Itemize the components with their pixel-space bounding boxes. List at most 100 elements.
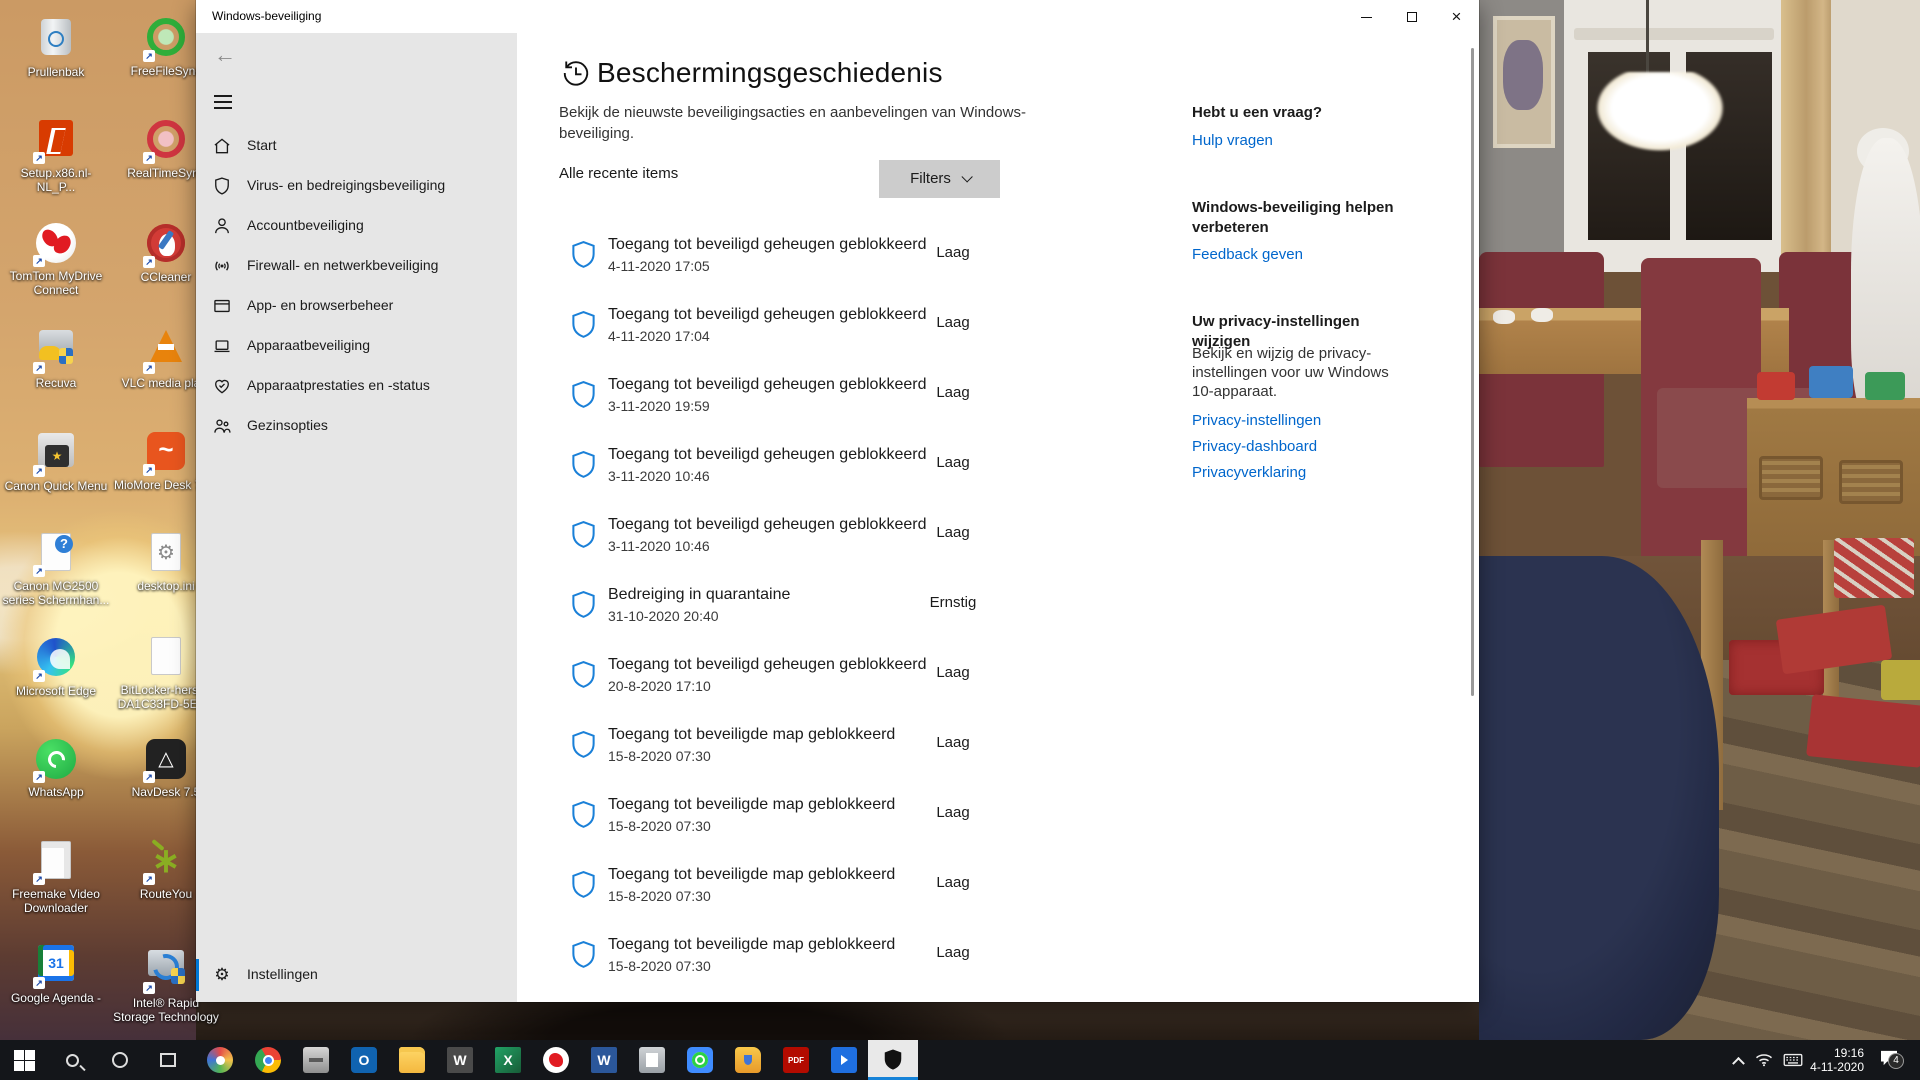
sidebar-item-family-options[interactable]: Gezinsopties (196, 406, 517, 446)
history-item[interactable]: Toegang tot beveiligd geheugen geblokkee… (558, 652, 1258, 716)
shortcut-arrow-icon: ↗ (143, 464, 155, 476)
taskbar: O W X W PDF 19:16 4-11-2020 4 (0, 1040, 1920, 1080)
history-item[interactable]: Toegang tot beveiligde map geblokkeerd 1… (558, 722, 1258, 786)
close-button[interactable]: × (1434, 0, 1479, 33)
sidebar-item-start[interactable]: Start (196, 126, 517, 166)
cortana-button[interactable] (96, 1040, 144, 1080)
sidebar-item-settings[interactable]: ⚙ Instellingen (196, 955, 517, 995)
clock-date: 4-11-2020 (1806, 1060, 1864, 1074)
tray-wifi[interactable] (1750, 1040, 1778, 1080)
taskbar-app-excel[interactable]: X (484, 1040, 532, 1080)
whatsapp-icon: ↗ (35, 739, 77, 781)
desktop-icon-google-agenda[interactable]: 31 ↗ Google Agenda - (2, 942, 110, 1005)
privacy-dashboard-link[interactable]: Privacy-dashboard (1192, 438, 1317, 455)
freefilesync-icon: ↗ (145, 18, 187, 60)
filters-button[interactable]: Filters (879, 160, 1000, 198)
help-link[interactable]: Hulp vragen (1192, 132, 1273, 149)
desktop-icon-whatsapp[interactable]: ↗ WhatsApp (2, 738, 110, 799)
shortcut-arrow-icon: ↗ (143, 982, 155, 994)
desktop-icon-tomtom[interactable]: ↗ TomTom MyDrive Connect (2, 222, 110, 297)
taskbar-app-paint[interactable] (196, 1040, 244, 1080)
menu-button[interactable] (212, 89, 246, 119)
taskbar-app-explorer[interactable] (388, 1040, 436, 1080)
tray-keyboard[interactable] (1778, 1040, 1808, 1080)
sidebar-item-device-security[interactable]: Apparaatbeveiliging (196, 326, 517, 366)
history-item[interactable]: Toegang tot beveiligd geheugen geblokkee… (558, 512, 1258, 576)
scrollbar-thumb[interactable] (1471, 48, 1474, 696)
task-view-button[interactable] (144, 1040, 192, 1080)
shield-icon (570, 450, 597, 480)
google-calendar-icon: 31 ↗ (35, 945, 77, 987)
taskbar-app-fax[interactable] (292, 1040, 340, 1080)
feedback-link[interactable]: Feedback geven (1192, 246, 1303, 263)
history-item[interactable]: Toegang tot beveiligd geheugen geblokkee… (558, 442, 1258, 506)
history-item[interactable]: Bedreiging in quarantaine 31-10-2020 20:… (558, 582, 1258, 646)
desktop-icon-recycle-bin[interactable]: Prullenbak (2, 16, 110, 79)
taskbar-app-whatsapp[interactable] (676, 1040, 724, 1080)
history-item[interactable]: Toegang tot beveiligd geheugen geblokkee… (558, 372, 1258, 436)
history-item[interactable]: Toegang tot beveiligde map geblokkeerd 1… (558, 862, 1258, 926)
history-item[interactable]: Toegang tot beveiligd geheugen geblokkee… (558, 232, 1258, 296)
privacy-statement-link[interactable]: Privacyverklaring (1192, 464, 1306, 481)
item-date: 4-11-2020 17:05 (608, 258, 710, 274)
clock-time: 19:16 (1806, 1046, 1864, 1060)
wallpaper-photo (1479, 0, 1920, 1040)
windows-logo-icon (14, 1050, 35, 1071)
history-item[interactable]: Toegang tot beveiligde map geblokkeerd 1… (558, 792, 1258, 856)
start-button[interactable] (0, 1040, 48, 1080)
sidebar-item-account-protection[interactable]: Accountbeveiliging (196, 206, 517, 246)
history-item[interactable]: Toegang tot beveiligd geheugen geblokkee… (558, 302, 1258, 366)
desktop-icon-office-setup[interactable]: ↗ Setup.x86.nl-NL_P... (2, 118, 110, 194)
desktop-icon-edge[interactable]: ↗ Microsoft Edge (2, 636, 110, 698)
outlook-icon: O (351, 1047, 377, 1073)
edge-icon: ↗ (35, 638, 77, 680)
office-setup-icon: ↗ (35, 120, 77, 162)
window-title: Windows-beveiliging (212, 9, 321, 23)
taskbar-app-tomtom[interactable] (532, 1040, 580, 1080)
wallpaper-bottom-strip (196, 1002, 1479, 1040)
hamburger-icon (214, 95, 232, 97)
tray-expand-button[interactable] (1726, 1040, 1750, 1080)
sidebar-item-app-browser[interactable]: App- en browserbeheer (196, 286, 517, 326)
shortcut-arrow-icon: ↗ (33, 152, 45, 164)
wifi-icon (1755, 1053, 1773, 1067)
sidebar-item-device-performance[interactable]: Apparaatprestaties en -status (196, 366, 517, 406)
desktop-icon-freemake[interactable]: ↗ Freemake Video Downloader (2, 840, 110, 915)
windows-security-window: Windows-beveiliging × ← Start Virus- en … (196, 0, 1479, 1002)
taskbar-app-word[interactable]: W (580, 1040, 628, 1080)
paint-icon (207, 1047, 233, 1073)
photo-gift (1806, 694, 1920, 768)
desktop-icon-recuva[interactable]: ↗ Recuva (2, 326, 110, 390)
back-button[interactable]: ← (208, 41, 242, 71)
search-button[interactable] (48, 1040, 96, 1080)
shield-icon (570, 660, 597, 690)
taskbar-app-pdf[interactable]: PDF (772, 1040, 820, 1080)
chevron-up-icon (1732, 1056, 1745, 1069)
taskbar-app-outlook[interactable]: O (340, 1040, 388, 1080)
action-center-button[interactable]: 4 (1872, 1040, 1906, 1080)
taskbar-app-epson-scan[interactable] (820, 1040, 868, 1080)
taskbar-app-downloads[interactable] (724, 1040, 772, 1080)
taskbar-app-chrome[interactable] (244, 1040, 292, 1080)
shortcut-arrow-icon: ↗ (33, 873, 45, 885)
desktop-icon-canon-quick-menu[interactable]: ★ ↗ Canon Quick Menu (2, 430, 110, 493)
sidebar-item-virus-protection[interactable]: Virus- en bedreigingsbeveiliging (196, 166, 517, 206)
sidebar-item-firewall[interactable]: Firewall- en netwerkbeveiliging (196, 246, 517, 286)
taskbar-clock[interactable]: 19:16 4-11-2020 (1806, 1040, 1864, 1080)
shield-icon (570, 380, 597, 410)
taskbar-app-windows-security[interactable] (868, 1040, 918, 1080)
network-icon (212, 256, 232, 276)
taskbar-app-word-viewer[interactable]: W (436, 1040, 484, 1080)
desktop-icon-canon-doc[interactable]: ? ↗ Canon MG2500 series Schermhan... (2, 532, 110, 607)
shortcut-arrow-icon: ↗ (143, 152, 155, 164)
taskbar-app-scanner[interactable] (628, 1040, 676, 1080)
history-item[interactable]: Toegang tot beveiligde map geblokkeerd 1… (558, 932, 1258, 996)
selected-indicator (196, 959, 199, 991)
scanner-icon (639, 1047, 665, 1073)
task-view-icon (160, 1053, 176, 1067)
shield-icon (570, 940, 597, 970)
ccleaner-icon: ↗ (145, 224, 187, 266)
word-viewer-icon: W (447, 1047, 473, 1073)
whatsapp-icon (687, 1047, 713, 1073)
privacy-settings-link[interactable]: Privacy-instellingen (1192, 412, 1321, 429)
